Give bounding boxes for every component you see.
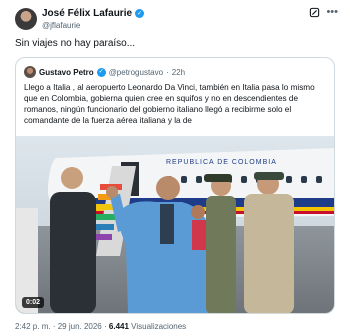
author-name[interactable]: José Félix Lafaurie [42, 8, 132, 19]
post-date[interactable]: 29 jun. 2026 [58, 322, 102, 331]
quoted-separator: · [166, 67, 169, 77]
quoted-author-name[interactable]: Gustavo Petro [39, 68, 94, 77]
video-duration: 0:02 [22, 297, 45, 308]
views-label: Visualizaciones [131, 322, 187, 331]
tweet-text: Sin viajes no hay paraíso... [15, 38, 136, 49]
author-avatar[interactable] [15, 8, 37, 30]
grok-icon[interactable] [309, 7, 320, 18]
quoted-author-handle[interactable]: @petrogustavo [109, 68, 163, 77]
meta-separator: · [104, 322, 107, 331]
quoted-timestamp[interactable]: 22h [172, 68, 185, 77]
video-frame: REPUBLICA DE COLOMBIA [16, 136, 334, 313]
views-count: 6.441 [108, 322, 129, 331]
video-player[interactable]: REPUBLICA DE COLOMBIA 0:02 [16, 136, 334, 313]
quoted-verified-badge-icon: ✓ [96, 67, 106, 77]
plane-lettering: REPUBLICA DE COLOMBIA [166, 159, 277, 166]
quoted-header: Gustavo Petro ✓ @petrogustavo · 22h [24, 66, 185, 78]
author-name-row: José Félix Lafaurie ✓ [42, 8, 145, 19]
tweet-meta: 2:42 p. m. · 29 jun. 2026 · 6.441 Visual… [15, 322, 186, 331]
quoted-tweet[interactable]: Gustavo Petro ✓ @petrogustavo · 22h Lleg… [15, 57, 335, 314]
meta-separator: · [52, 322, 56, 331]
more-options-icon[interactable]: ••• [326, 6, 338, 18]
tweet-header: José Félix Lafaurie ✓ @jflafaurie ••• [15, 5, 340, 39]
author-handle[interactable]: @jflafaurie [42, 21, 80, 30]
post-time[interactable]: 2:42 p. m. [15, 322, 51, 331]
quoted-author-avatar[interactable] [24, 66, 36, 78]
quoted-text: Llego a Italia , al aeropuerto Leonardo … [24, 83, 315, 125]
verified-badge-icon: ✓ [135, 9, 145, 18]
